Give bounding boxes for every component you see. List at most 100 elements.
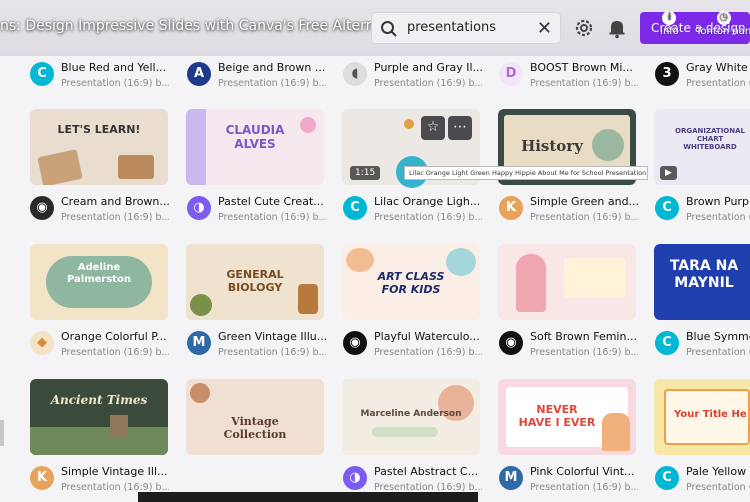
creator-avatar[interactable]: C xyxy=(655,331,679,355)
watch-later-control[interactable]: ◷ Tonton nan xyxy=(696,11,750,37)
template-meta: Presentation (16:9) b... xyxy=(530,347,638,358)
thumbnail-title: CLAUDIA ALVES xyxy=(225,123,285,151)
template-name[interactable]: BOOST Brown Mi... xyxy=(530,61,638,74)
template-name[interactable]: Lilac Orange Ligh... xyxy=(374,195,482,208)
template-name[interactable]: Pastel Abstract C... xyxy=(374,465,482,478)
clear-search-icon[interactable]: ✕ xyxy=(537,18,552,39)
info-control[interactable]: i Info xyxy=(660,11,679,37)
search-input[interactable]: presentations xyxy=(407,20,496,35)
hover-tooltip: Lilac Orange Light Green Happy Hippie Ab… xyxy=(404,166,648,180)
creator-avatar[interactable]: ◑ xyxy=(343,466,367,490)
creator-avatar[interactable]: K xyxy=(30,466,54,490)
decor-shape xyxy=(372,427,438,437)
template-name[interactable]: Pastel Cute Creat... xyxy=(218,195,326,208)
template-meta: Presentation (1 xyxy=(686,78,750,89)
template-thumbnail[interactable]: Ancient Times xyxy=(30,379,168,455)
creator-avatar[interactable]: C xyxy=(655,466,679,490)
template-thumbnail[interactable]: TARA NA MAYNIL xyxy=(654,244,750,320)
template-name[interactable]: Soft Brown Femin... xyxy=(530,330,638,343)
template-name[interactable]: Gray White B xyxy=(686,61,750,74)
decor-shape xyxy=(602,413,630,451)
template-name[interactable]: Cream and Brown... xyxy=(61,195,169,208)
creator-avatar[interactable]: M xyxy=(499,466,523,490)
template-thumbnail[interactable]: Vintage Collection xyxy=(186,379,324,455)
template-thumbnail[interactable] xyxy=(498,244,636,320)
search-bar[interactable]: presentations ✕ xyxy=(371,12,561,44)
creator-avatar[interactable]: ◆ xyxy=(30,331,54,355)
template-meta: Presentation (1 xyxy=(686,212,750,223)
creator-avatar[interactable]: C xyxy=(343,196,367,220)
template-thumbnail[interactable]: Marceline Anderson xyxy=(342,379,480,455)
creator-avatar[interactable]: A xyxy=(187,62,211,86)
template-meta: Presentation (16:9) b... xyxy=(530,482,638,493)
decor-shape xyxy=(346,248,374,272)
creator-avatar[interactable]: ◖ xyxy=(343,62,367,86)
template-name[interactable]: Simple Green and... xyxy=(530,195,638,208)
template-name[interactable]: Simple Vintage Ill... xyxy=(61,465,169,478)
template-thumbnail[interactable]: NEVER HAVE I EVER xyxy=(498,379,636,455)
video-title-overlay: ns: Design Impressive Slides with Canva'… xyxy=(0,18,410,34)
decor-shape xyxy=(186,109,206,185)
template-thumbnail[interactable]: Your Title He xyxy=(654,379,750,455)
template-name[interactable]: Orange Colorful P... xyxy=(61,330,169,343)
decor-shape xyxy=(592,129,624,161)
creator-avatar[interactable]: M xyxy=(187,331,211,355)
info-icon: i xyxy=(662,11,677,25)
thumbnail-title: GENERAL BIOLOGY xyxy=(226,268,284,294)
template-meta: Presentation (16:9) b... xyxy=(218,78,326,89)
bell-icon[interactable] xyxy=(606,17,628,39)
thumbnail-title: Adeline Palmerston xyxy=(66,262,132,285)
search-icon xyxy=(381,21,397,37)
template-name[interactable]: Pale Yellow xyxy=(686,465,750,478)
template-name[interactable]: Green Vintage Illu... xyxy=(218,330,326,343)
template-name[interactable]: Brown Purp xyxy=(686,195,750,208)
left-scroll-edge[interactable] xyxy=(0,420,4,446)
template-meta: Presentation (16:9) b... xyxy=(374,78,482,89)
template-thumbnail[interactable]: LET'S LEARN! xyxy=(30,109,168,185)
gear-icon[interactable] xyxy=(573,17,595,39)
template-meta: Presentation (16:9) b... xyxy=(61,78,169,89)
star-icon[interactable]: ☆ xyxy=(421,116,445,140)
more-icon[interactable]: ⋯ xyxy=(448,116,472,140)
creator-avatar[interactable]: ◉ xyxy=(343,331,367,355)
thumbnail-title: Vintage Collection xyxy=(223,415,287,441)
template-meta: Presentation (16:9) b... xyxy=(218,212,326,223)
clock-icon: ◷ xyxy=(716,11,731,25)
video-caption-bar xyxy=(138,492,478,502)
creator-avatar[interactable]: ◉ xyxy=(499,331,523,355)
creator-avatar[interactable]: 3 xyxy=(655,62,679,86)
template-thumbnail[interactable]: GENERAL BIOLOGY xyxy=(186,244,324,320)
info-label: Info xyxy=(660,26,679,37)
template-thumbnail[interactable]: ORGANIZATIONAL CHART WHITEBOARD ▶ xyxy=(654,109,750,185)
decor-shape xyxy=(516,254,546,312)
template-name[interactable]: Purple and Gray Il... xyxy=(374,61,482,74)
creator-avatar[interactable]: ◑ xyxy=(187,196,211,220)
watch-later-label: Tonton nan xyxy=(696,26,750,37)
template-meta: Presentation (1 xyxy=(686,347,750,358)
template-meta: Presentation (16:9) b... xyxy=(374,212,482,223)
template-thumbnail[interactable]: Adeline Palmerston xyxy=(30,244,168,320)
thumbnail-title: NEVER HAVE I EVER xyxy=(518,403,596,429)
template-meta: Presentation (16:9) b... xyxy=(218,347,326,358)
video-play-badge: ▶ xyxy=(660,166,677,180)
creator-avatar[interactable]: K xyxy=(499,196,523,220)
decor-shape xyxy=(404,119,414,129)
template-meta: Presentation (16:9) b... xyxy=(61,347,169,358)
creator-avatar[interactable]: C xyxy=(30,62,54,86)
video-duration-badge: 1:15 xyxy=(350,166,381,180)
template-name[interactable]: Pink Colorful Vint... xyxy=(530,465,638,478)
decor-shape xyxy=(190,294,212,316)
decor-shape xyxy=(30,427,168,455)
template-name[interactable]: Playful Waterculo... xyxy=(374,330,482,343)
template-meta: Presentation (16:9) b... xyxy=(374,347,482,358)
template-name[interactable]: Blue Red and Yell... xyxy=(61,61,169,74)
template-name[interactable]: Blue Symme xyxy=(686,330,750,343)
decor-shape xyxy=(110,415,128,437)
template-thumbnail[interactable]: CLAUDIA ALVES xyxy=(186,109,324,185)
template-name[interactable]: Beige and Brown ... xyxy=(218,61,326,74)
thumbnail-title: Ancient Times xyxy=(50,393,148,407)
creator-avatar[interactable]: D xyxy=(499,62,523,86)
creator-avatar[interactable]: C xyxy=(655,196,679,220)
creator-avatar[interactable]: ◉ xyxy=(30,196,54,220)
template-thumbnail[interactable]: ART CLASS FOR KIDS xyxy=(342,244,480,320)
